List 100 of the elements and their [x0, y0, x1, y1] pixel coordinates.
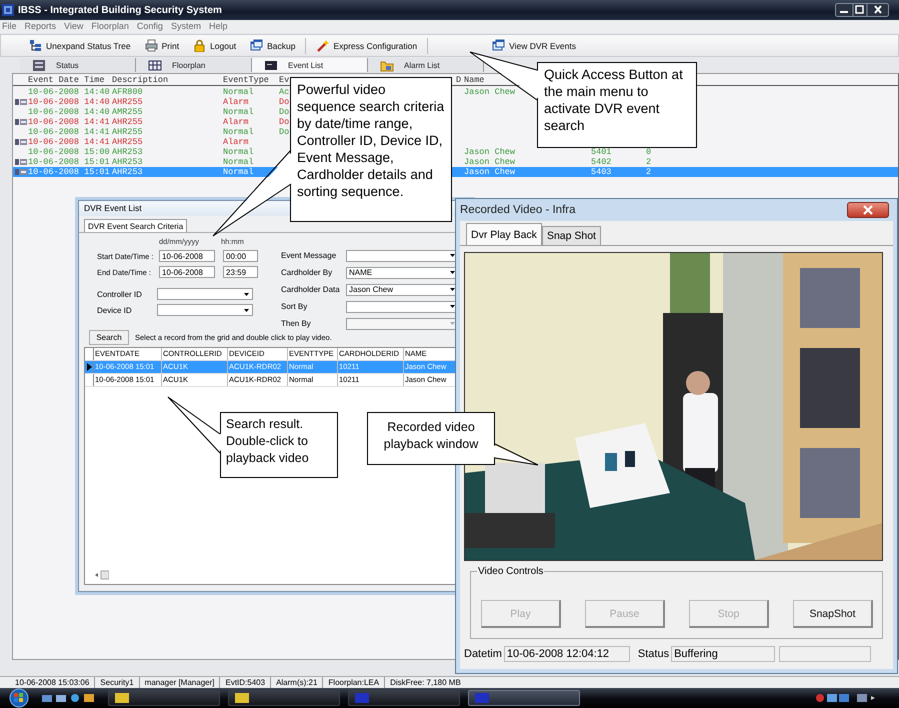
table-cell: 10-06-2008 15:01	[28, 167, 110, 177]
toolbar-button[interactable]: View DVR Events	[488, 38, 580, 53]
table-cell: Normal	[223, 127, 254, 137]
column-header[interactable]: Event Date Time	[28, 76, 105, 85]
window-title: IBSS - Integrated Building Security System	[18, 4, 222, 16]
callout: Powerful video sequence search criteria by date/time range, Controller ID, Device ID, Event Message, Cardholder details and sorting sequence.	[290, 77, 452, 222]
table-cell: Jason Chew	[464, 147, 516, 157]
callout-pointer	[493, 444, 538, 466]
status-field[interactable]: Buffering	[671, 646, 776, 662]
empty-field[interactable]	[779, 646, 872, 662]
table-cell: Normal	[223, 87, 254, 97]
table-cell: 5403	[591, 167, 612, 177]
status-field: DiskFree: 7,180 MB	[385, 677, 466, 688]
windows-icon	[250, 39, 264, 52]
menu-item[interactable]: Floorplan	[91, 21, 129, 32]
table-cell: Alarm	[223, 97, 249, 107]
table-cell: AHR253	[112, 157, 143, 167]
table-cell: Do	[279, 117, 290, 127]
menu-item[interactable]: Config	[136, 21, 163, 32]
field-label: Event Message	[281, 251, 338, 260]
datetime-field[interactable]: 10-06-2008 12:04:12	[504, 646, 630, 662]
tab[interactable]: DVR Event Search Criteria	[84, 219, 188, 232]
toolbar-button[interactable]: Express Configuration	[312, 38, 422, 53]
table-cell: 10-06-2008 14:41	[28, 137, 110, 147]
table-cell: AHR255	[112, 137, 143, 147]
taskbar-button[interactable]	[228, 690, 340, 706]
tab[interactable]: Floorplan	[136, 58, 252, 72]
field-label: Cardholder By	[281, 268, 334, 277]
date-field[interactable]: 10-06-2008	[159, 250, 215, 262]
field-label: Device ID	[97, 306, 133, 314]
toolbar-button[interactable]: Unexpand Status Tree	[25, 38, 135, 53]
column-header[interactable]: Name	[464, 76, 484, 85]
screen-icon	[264, 58, 278, 72]
table-cell: Do	[279, 97, 290, 107]
taskbar-button[interactable]	[108, 690, 220, 706]
tab[interactable]: Alarm List	[368, 58, 484, 72]
dropdown[interactable]	[157, 288, 253, 300]
table-cell: 10-06-2008 14:40	[28, 87, 110, 97]
tree-icon	[29, 39, 43, 52]
table-cell: AHR253	[112, 167, 143, 177]
table-cell: Ac	[279, 87, 290, 97]
dropdown[interactable]	[157, 304, 253, 316]
tab[interactable]: Dvr Play Back	[466, 223, 542, 245]
table-cell: 10-06-2008 15:00	[28, 147, 110, 157]
table-cell: AHR255	[112, 117, 143, 127]
toolbar-button[interactable]: Backup	[246, 38, 300, 53]
column-header[interactable]: D	[456, 76, 462, 85]
app-icon	[235, 693, 249, 703]
field-label: Sort By	[281, 302, 308, 311]
lock-icon	[193, 39, 208, 52]
floorplan-icon	[148, 58, 162, 72]
control-button[interactable]: SnapShot	[793, 600, 873, 628]
close-icon	[862, 205, 874, 215]
table-cell: 10-06-2008 14:41	[28, 127, 110, 137]
table-cell: AHR255	[112, 127, 143, 137]
table-cell: 10-06-2008 14:41	[28, 117, 110, 127]
menu-item[interactable]: Reports	[24, 21, 56, 32]
column-header[interactable]: Description	[112, 76, 168, 85]
tab[interactable]: Status	[20, 58, 136, 72]
menu-item[interactable]: Help	[208, 21, 228, 32]
table-cell: Alarm	[223, 137, 249, 147]
panel-icon	[32, 58, 46, 72]
table-cell: 5402	[591, 157, 612, 167]
tab[interactable]: Snap Shot	[542, 226, 601, 245]
windows-icon	[492, 39, 506, 52]
toolbar-button[interactable]: Print	[140, 38, 184, 53]
column-header[interactable]: Ev	[279, 76, 290, 85]
table-cell: 0	[646, 147, 652, 157]
row-pointer-icon	[86, 363, 92, 371]
table-cell: AHR255	[112, 97, 143, 107]
time-field[interactable]: 23:59	[223, 266, 258, 278]
app-icon	[2, 4, 14, 16]
table-cell: Normal	[223, 157, 254, 167]
toolbar-button[interactable]: Logout	[189, 38, 240, 53]
folder-icon	[380, 58, 394, 72]
menu-item[interactable]: View	[64, 21, 84, 32]
table-cell: Normal	[223, 167, 254, 177]
field-label: Status	[638, 648, 670, 660]
column-header[interactable]: EventType	[223, 76, 269, 85]
menu-item[interactable]: File	[2, 21, 17, 32]
date-field[interactable]: 10-06-2008	[159, 266, 215, 278]
table-cell: 10-06-2008 14:40	[28, 107, 110, 117]
close-button[interactable]	[847, 202, 889, 218]
table-cell: 2	[646, 167, 652, 177]
tab[interactable]: Event List	[252, 58, 368, 72]
table-cell: AHR253	[112, 147, 143, 157]
table-cell: Normal	[223, 107, 254, 117]
table-cell: 10-06-2008 14:40	[28, 97, 110, 107]
table-cell: 10-06-2008 15:01	[28, 157, 110, 167]
menu-item[interactable]: System	[170, 21, 201, 32]
callout: Quick Access Button at the main menu to activate DVR event search	[537, 62, 697, 148]
search-button[interactable]: Search	[89, 330, 129, 345]
table-cell: AMR255	[112, 107, 143, 117]
time-field[interactable]: 00:00	[223, 250, 258, 262]
app-icon	[475, 693, 489, 703]
table-cell: Do	[279, 107, 290, 117]
table-cell: Jason Chew	[464, 167, 516, 177]
field-label: Cardholder Data	[281, 285, 341, 294]
app-icon	[355, 693, 369, 703]
table-cell: Alarm	[223, 117, 249, 127]
